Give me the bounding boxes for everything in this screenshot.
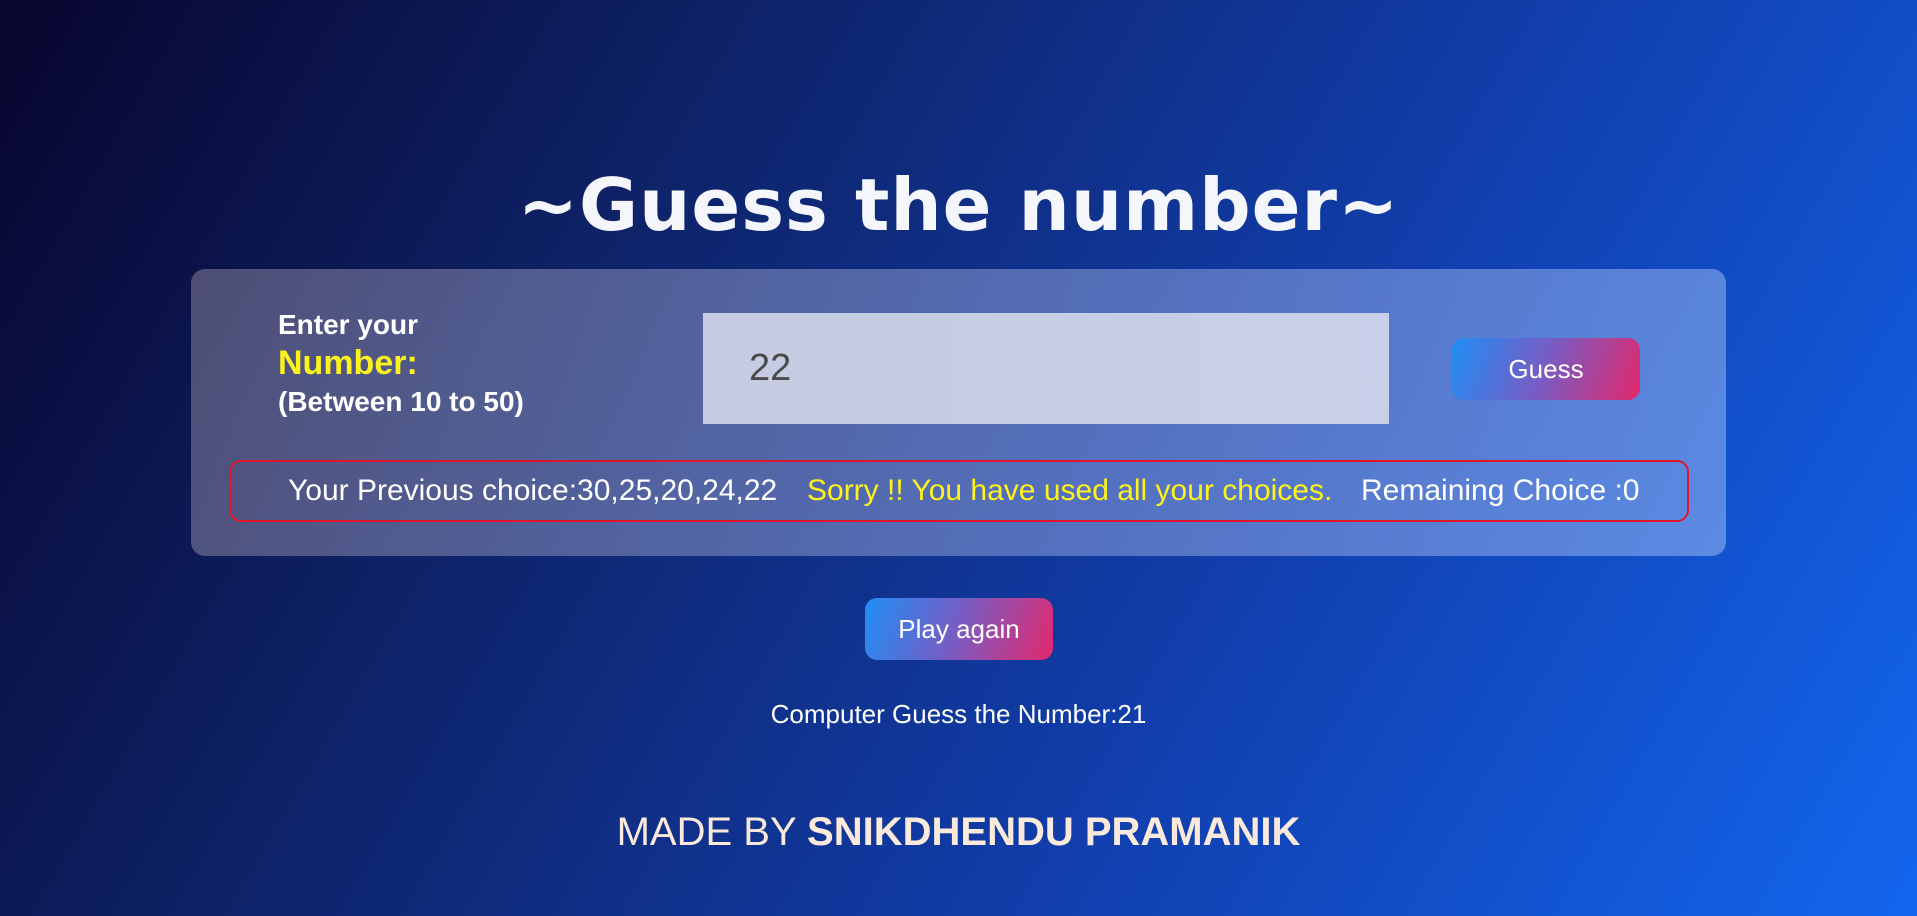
remaining-choices: Remaining Choice :0 xyxy=(1361,474,1640,507)
input-prompt: Enter your Number: (Between 10 to 50) xyxy=(278,308,524,420)
prompt-line-range: (Between 10 to 50) xyxy=(278,386,524,417)
number-input[interactable] xyxy=(703,313,1389,424)
credit-prefix: MADE BY xyxy=(616,810,796,854)
computer-guess-text: Computer Guess the Number:21 xyxy=(770,699,1147,729)
page-title: ~Guess the number~ xyxy=(517,163,1400,247)
credit-author: SNIKDHENDU PRAMANIK xyxy=(807,810,1301,854)
previous-choices: Your Previous choice:30,25,20,24,22 xyxy=(288,474,778,507)
status-message: Sorry !! You have used all your choices. xyxy=(807,474,1333,507)
footer-credit: MADE BY SNIKDHENDU PRAMANIK xyxy=(0,808,1917,856)
status-bar: Your Previous choice:30,25,20,24,22 Sorr… xyxy=(229,460,1689,522)
prompt-line-number: Number: xyxy=(278,344,418,382)
prompt-line-enter: Enter your xyxy=(278,309,419,340)
play-again-button[interactable]: Play again xyxy=(865,598,1053,660)
guess-button[interactable]: Guess xyxy=(1452,338,1640,400)
